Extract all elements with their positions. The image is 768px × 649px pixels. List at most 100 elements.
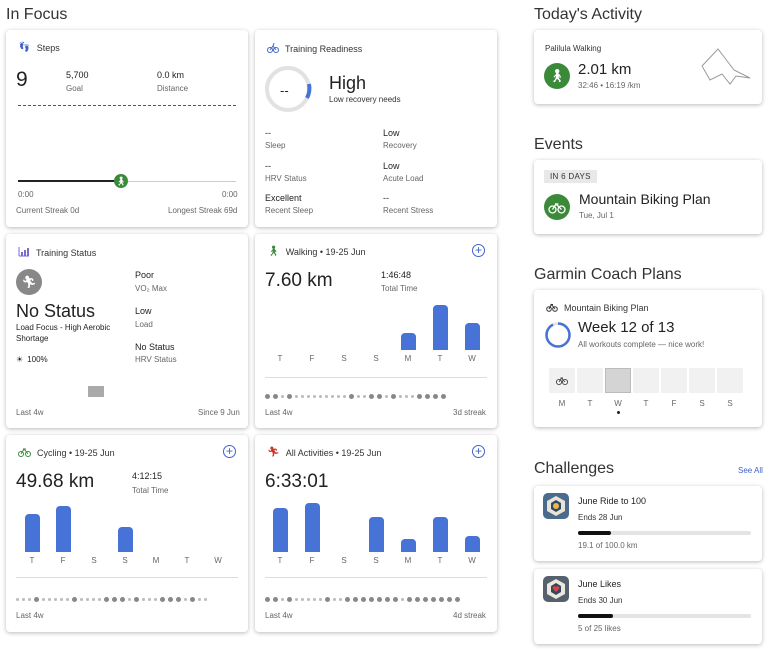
readiness-sleep-label: Sleep — [265, 141, 286, 150]
chart-bar[interactable] — [24, 514, 40, 552]
all-activities-card[interactable]: 🏃︎ All Activities • 19-25 Jun + 6:33:01 … — [255, 435, 497, 632]
chart-bar[interactable] — [432, 305, 448, 350]
battery-value: 100% — [27, 355, 48, 364]
status-left-footer: Last 4w — [16, 408, 44, 417]
events-title: Events — [534, 136, 583, 153]
coach-plan-card[interactable]: Mountain Biking Plan Week 12 of 13 All w… — [534, 290, 762, 427]
see-all-link[interactable]: See All — [738, 466, 763, 475]
battery-row: ☀ 100% — [16, 355, 48, 364]
day-label: F — [309, 556, 315, 565]
coach-header: Mountain Biking Plan — [546, 302, 649, 314]
walking-add-button[interactable]: + — [472, 244, 485, 257]
coach-day-cell[interactable] — [577, 368, 603, 393]
cycling-divider — [16, 577, 238, 578]
challenge-progress-text: 19.1 of 100.0 km — [578, 541, 638, 550]
day-label: S — [122, 556, 128, 565]
chart-bar[interactable] — [464, 323, 480, 350]
training-status-card[interactable]: Training Status 🏃︎ No Status Load Focus … — [6, 234, 248, 428]
coach-week: Week 12 of 13 — [578, 319, 675, 336]
all-activities-add-button[interactable]: + — [472, 445, 485, 458]
coach-day-cell[interactable] — [633, 368, 659, 393]
todays-activity-card[interactable]: Palilula Walking 🚶︎ 2.01 km 32:46 • 16:1… — [534, 30, 762, 104]
coach-day-cell[interactable] — [549, 368, 575, 393]
readiness-header: Training Readiness — [267, 42, 362, 55]
cycling-card[interactable]: Cycling • 19-25 Jun + 49.68 km 4:12:15 T… — [6, 435, 248, 632]
day-label: S — [373, 354, 379, 363]
chart-bar[interactable] — [117, 527, 133, 552]
event-card[interactable]: IN 6 DAYS Mountain Biking Plan Tue, Jul … — [534, 160, 762, 234]
route-map-thumbnail — [701, 48, 751, 85]
readiness-title: Training Readiness — [285, 43, 363, 54]
walking-left-footer: Last 4w — [265, 408, 293, 417]
readiness-hrv-value: -- — [265, 161, 271, 171]
chart-bar[interactable] — [400, 539, 416, 552]
coach-plans-title: Garmin Coach Plans — [534, 266, 682, 283]
training-chart-icon — [18, 246, 30, 259]
status-right-footer: Since 9 Jun — [198, 408, 240, 417]
chart-bar[interactable] — [55, 506, 71, 552]
walking-time-value: 1:46:48 — [381, 270, 412, 280]
challenge-ends: Ends 30 Jun — [578, 596, 623, 605]
today-distance: 2.01 km — [578, 61, 632, 78]
chart-bar[interactable] — [304, 503, 320, 552]
today-detail: 32:46 • 16:19 /km — [578, 81, 641, 90]
steps-track-elapsed — [18, 180, 120, 182]
coach-day-label: T — [643, 399, 649, 408]
sun-icon: ☀ — [16, 355, 24, 364]
training-readiness-card[interactable]: Training Readiness -- High Low recovery … — [255, 30, 497, 227]
walking-header: 🚶︎ Walking • 19-25 Jun — [267, 246, 366, 257]
all-activities-left-footer: Last 4w — [265, 611, 293, 620]
readiness-recovery-value: Low — [383, 128, 400, 138]
readiness-stress-value: -- — [383, 193, 389, 203]
chart-bar[interactable] — [368, 517, 384, 552]
chart-bar[interactable] — [400, 333, 416, 350]
coach-day-cell[interactable] — [661, 368, 687, 393]
hrv-status-value: No Status — [135, 342, 175, 352]
readiness-recent-sleep-value: Excellent — [265, 193, 302, 203]
day-label: S — [341, 354, 347, 363]
readiness-sleep-value: -- — [265, 128, 271, 138]
challenge-progress-fill — [578, 531, 612, 535]
cycling-left-footer: Last 4w — [16, 611, 44, 620]
coach-bike-icon — [546, 302, 558, 314]
cycling-distance: 49.68 km — [16, 471, 95, 492]
cycling-time-value: 4:12:15 — [132, 471, 163, 481]
challenge-name: June Likes — [578, 579, 622, 589]
load-label: Load — [135, 320, 153, 329]
event-badge: IN 6 DAYS — [544, 170, 597, 183]
readiness-recent-sleep-label: Recent Sleep — [265, 206, 314, 215]
challenge-card[interactable]: June Ride to 100 Ends 28 Jun 19.1 of 100… — [534, 486, 762, 561]
challenge-name: June Ride to 100 — [578, 496, 647, 506]
vo2-value: Poor — [135, 270, 155, 280]
steps-time-end: 0:00 — [222, 190, 238, 199]
vo2-label: VO₂ Max — [135, 284, 167, 293]
chart-bar[interactable] — [464, 536, 480, 552]
walking-card[interactable]: 🚶︎ Walking • 19-25 Jun + 7.60 km 1:46:48… — [255, 234, 497, 428]
hrv-status-label: HRV Status — [135, 355, 177, 364]
today-walking-icon: 🚶︎ — [544, 63, 570, 89]
load-value: Low — [135, 306, 152, 316]
event-name: Mountain Biking Plan — [579, 191, 711, 207]
coach-day-label: M — [558, 399, 566, 408]
day-label: T — [277, 354, 283, 363]
all-activities-title: All Activities • 19-25 Jun — [285, 447, 382, 458]
steps-goal-line — [18, 105, 236, 106]
day-label: T — [29, 556, 35, 565]
event-date: Tue, Jul 1 — [579, 211, 614, 220]
cycling-time-label: Total Time — [132, 486, 169, 495]
coach-day-cell[interactable] — [605, 368, 631, 393]
status-value: No Status — [16, 301, 96, 321]
coach-day-cell[interactable] — [689, 368, 715, 393]
day-label: T — [437, 354, 443, 363]
chart-bar[interactable] — [432, 517, 448, 552]
readiness-stress-label: Recent Stress — [383, 206, 434, 215]
day-label: T — [277, 556, 283, 565]
chart-bar[interactable] — [272, 508, 288, 552]
cycling-add-button[interactable]: + — [223, 445, 236, 458]
day-label: S — [91, 556, 97, 565]
runner-status-icon: 🏃︎ — [16, 269, 42, 295]
coach-day-label: T — [587, 399, 593, 408]
steps-card[interactable]: 👣︎ Steps 9 5,700 Goal 0.0 km Distance 🚶︎… — [6, 30, 248, 227]
challenge-card[interactable]: June Likes Ends 30 Jun 5 of 25 likes — [534, 569, 762, 644]
coach-day-cell[interactable] — [717, 368, 743, 393]
